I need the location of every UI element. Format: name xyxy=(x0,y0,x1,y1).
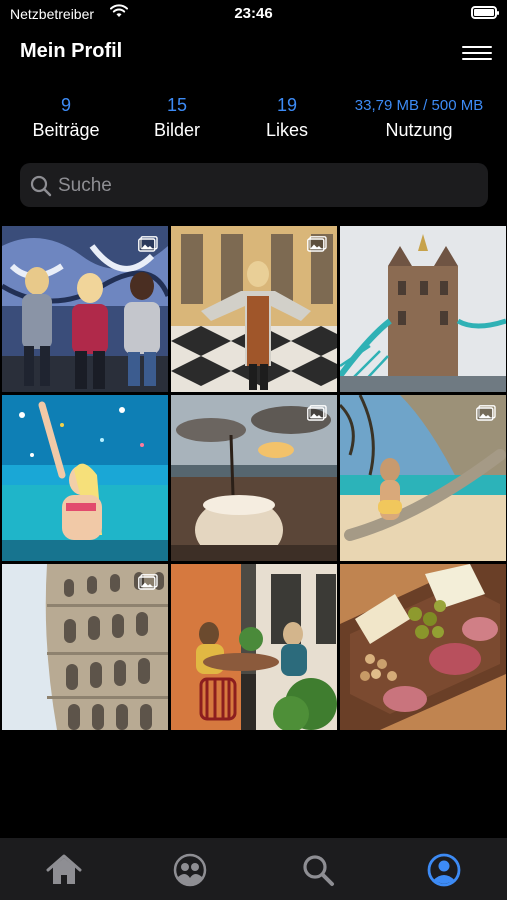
stat-posts-value: 9 xyxy=(60,95,71,115)
photo-tile-8[interactable] xyxy=(171,564,337,730)
photo-pool-confetti xyxy=(2,395,168,561)
menu-line xyxy=(462,58,492,60)
home-icon xyxy=(46,854,82,884)
tab-home[interactable] xyxy=(44,850,84,890)
profile-icon xyxy=(427,853,461,887)
photo-tile-2[interactable] xyxy=(171,226,337,392)
menu-line xyxy=(462,46,492,48)
stat-likes-label: Likes xyxy=(265,120,309,140)
stat-usage-value: 33,79 MB / 500 MB xyxy=(354,97,484,114)
stat-posts-label: Beiträge xyxy=(32,120,100,140)
tab-friends[interactable] xyxy=(170,850,210,890)
photo-charcuterie-board xyxy=(340,564,506,730)
friends-icon xyxy=(173,853,207,887)
stat-posts[interactable]: 9 Beiträge xyxy=(20,95,112,141)
photo-street-cafe xyxy=(171,564,337,730)
clock: 23:46 xyxy=(234,5,273,22)
tab-bar xyxy=(0,838,507,900)
status-bar: Netzbetreiber 23:46 xyxy=(0,0,507,28)
tab-profile[interactable] xyxy=(424,850,464,890)
photo-tile-6[interactable] xyxy=(340,395,506,561)
stat-usage[interactable]: 33,79 MB / 500 MB Nutzung xyxy=(340,95,498,141)
page-title: Mein Profil xyxy=(20,40,123,62)
stat-likes[interactable]: 19 Likes xyxy=(242,95,332,141)
stat-images[interactable]: 15 Bilder xyxy=(132,95,222,141)
photo-tile-9[interactable] xyxy=(340,564,506,730)
stat-images-value: 15 xyxy=(166,95,188,115)
search-icon xyxy=(30,175,52,197)
photo-tile-4[interactable] xyxy=(2,395,168,561)
photo-tower-bridge xyxy=(340,226,506,392)
photo-tile-5[interactable] xyxy=(171,395,337,561)
battery-icon xyxy=(471,6,499,19)
tab-search[interactable] xyxy=(298,850,338,890)
stat-images-label: Bilder xyxy=(153,120,201,140)
gallery-icon xyxy=(138,236,158,252)
stat-usage-label: Nutzung xyxy=(385,120,453,140)
search-icon xyxy=(303,855,334,886)
photo-tile-1[interactable] xyxy=(2,226,168,392)
menu-line xyxy=(462,52,492,54)
photo-tile-3[interactable] xyxy=(340,226,506,392)
gallery-icon xyxy=(307,405,327,421)
search-input[interactable] xyxy=(56,163,480,209)
gallery-icon xyxy=(476,405,496,421)
gallery-icon xyxy=(307,236,327,252)
gallery-icon xyxy=(138,574,158,590)
hamburger-menu-button[interactable] xyxy=(462,42,492,64)
profile-stats: 9 Beiträge 15 Bilder 19 Likes 33,79 MB /… xyxy=(0,95,507,155)
stat-likes-value: 19 xyxy=(276,95,298,115)
search-bar[interactable] xyxy=(20,163,488,209)
photo-tile-7[interactable] xyxy=(2,564,168,730)
